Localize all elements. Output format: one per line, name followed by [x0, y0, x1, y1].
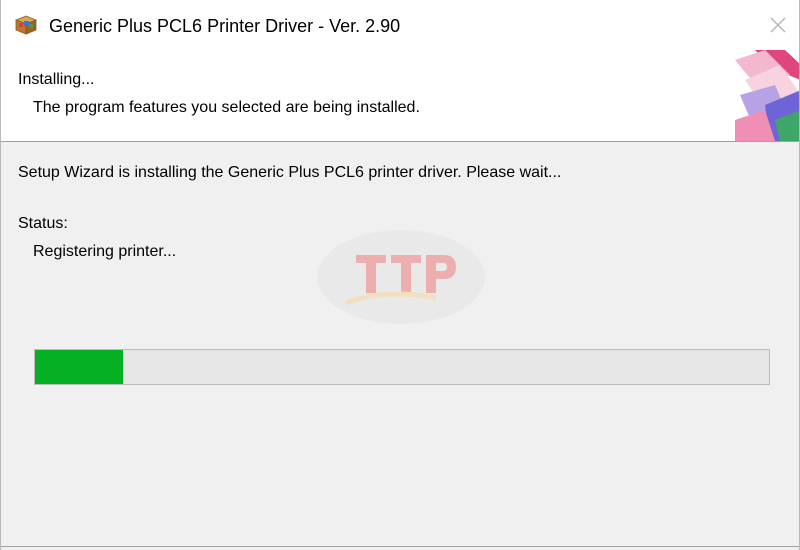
header-subtitle: The program features you selected are be… — [33, 99, 420, 116]
installer-box-icon — [15, 15, 37, 35]
header-banner: Installing... The program features you s… — [1, 50, 799, 142]
status-label: Status: — [18, 215, 68, 232]
window-title: Generic Plus PCL6 Printer Driver - Ver. … — [49, 16, 401, 36]
title-bar[interactable]: Generic Plus PCL6 Printer Driver - Ver. … — [1, 0, 799, 50]
watermark-logo — [317, 230, 485, 324]
install-progress-bar — [34, 349, 770, 385]
banner-graphic — [735, 50, 799, 141]
installer-window: Generic Plus PCL6 Printer Driver - Ver. … — [0, 0, 800, 550]
status-value: Registering printer... — [33, 243, 177, 260]
progress-fill — [35, 350, 124, 384]
footer-divider — [1, 546, 799, 547]
close-button[interactable] — [755, 0, 799, 50]
close-icon — [770, 17, 786, 33]
install-description: Setup Wizard is installing the Generic P… — [18, 164, 562, 181]
header-title: Installing... — [18, 71, 95, 88]
